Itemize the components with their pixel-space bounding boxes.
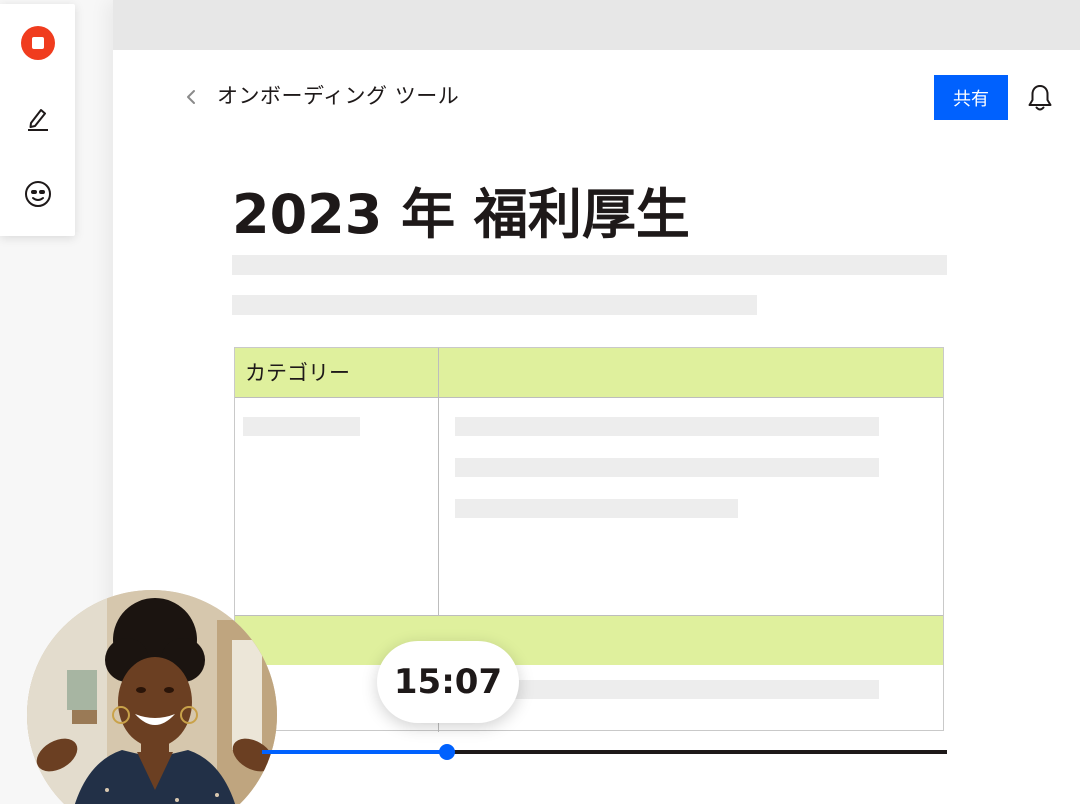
cell-placeholder [455,458,879,477]
top-bar [113,0,1080,50]
stop-recording-button[interactable] [20,25,56,61]
pen-icon [28,109,48,131]
recording-toolbar [0,4,75,236]
bell-icon [1028,85,1052,111]
reaction-button[interactable] [20,176,56,212]
benefits-table: カテゴリー [234,347,944,732]
progress-fill [262,750,447,754]
draw-button[interactable] [20,100,56,136]
stop-record-icon [21,26,55,60]
back-button[interactable] [180,84,202,110]
recording-progress-bar[interactable] [262,744,947,760]
text-placeholder [232,255,947,275]
table-section-row [235,615,943,665]
cell-placeholder [455,499,738,518]
chevron-left-icon [187,90,195,104]
table-header-category: カテゴリー [245,361,350,385]
document-title: 2023 年 福利厚生 [232,183,690,246]
share-button[interactable]: 共有 [934,75,1008,120]
table-header-row: カテゴリー [235,348,943,398]
progress-handle[interactable] [438,744,455,760]
cell-placeholder [243,417,360,436]
emoji-icon [25,181,51,207]
elapsed-time: 15:07 [377,641,519,723]
cell-placeholder [455,417,879,436]
text-placeholder [232,295,757,315]
breadcrumb[interactable]: オンボーディング ツール [217,80,459,110]
notifications-button[interactable] [1024,82,1056,114]
